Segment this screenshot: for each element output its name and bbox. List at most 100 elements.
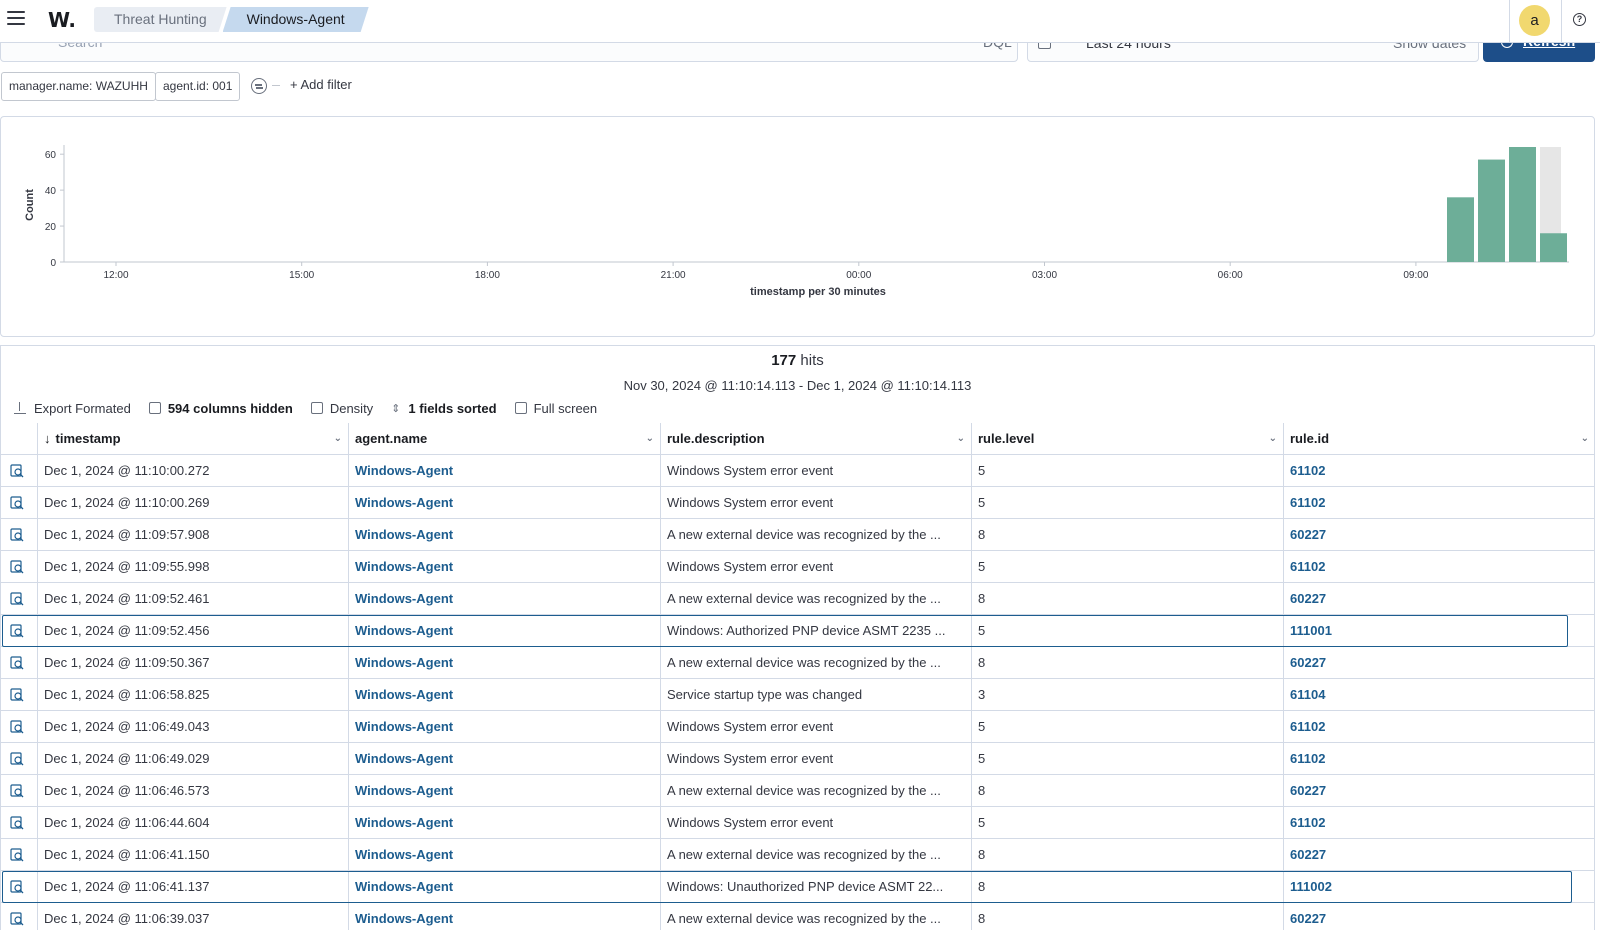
column-header-rule-id[interactable]: rule.id ⌄ — [1283, 423, 1595, 455]
column-header-rule-level[interactable]: rule.level ⌄ — [971, 423, 1283, 455]
cell-rule-id-value[interactable]: 61102 — [1290, 751, 1325, 766]
add-filter-button[interactable]: + Add filter — [290, 77, 352, 92]
inspect-document-icon[interactable] — [10, 528, 24, 542]
inspect-document-icon[interactable] — [10, 816, 24, 830]
cell-rule-id-value[interactable]: 60227 — [1290, 591, 1326, 606]
row-expand-cell[interactable] — [0, 519, 37, 551]
inspect-document-icon[interactable] — [10, 656, 24, 670]
export-button[interactable]: Export Formated — [14, 401, 131, 416]
table-row[interactable]: Dec 1, 2024 @ 11:06:49.043 Windows-Agent W… — [0, 711, 1595, 743]
inspect-document-icon[interactable] — [10, 560, 24, 574]
inspect-document-icon[interactable] — [10, 496, 24, 510]
inspect-document-icon[interactable] — [10, 752, 24, 766]
row-expand-cell[interactable] — [0, 871, 37, 903]
table-row[interactable]: Dec 1, 2024 @ 11:06:39.037 Windows-Agent A… — [0, 903, 1595, 930]
chevron-down-icon[interactable]: ⌄ — [1581, 423, 1589, 455]
table-row[interactable]: Dec 1, 2024 @ 11:06:49.029 Windows-Agent W… — [0, 743, 1595, 775]
density-button[interactable]: Density — [310, 401, 373, 416]
cell-agent-name-value[interactable]: Windows-Agent — [355, 559, 453, 574]
inspect-document-icon[interactable] — [10, 592, 24, 606]
row-expand-cell[interactable] — [0, 455, 37, 487]
cell-rule-id-value[interactable]: 111001 — [1290, 623, 1332, 638]
cell-agent-name-value[interactable]: Windows-Agent — [355, 463, 453, 478]
menu-icon[interactable] — [7, 11, 25, 27]
table-row[interactable]: Dec 1, 2024 @ 11:09:50.367 Windows-Agent A… — [0, 647, 1595, 679]
breadcrumb-windows-agent[interactable]: Windows-Agent — [223, 7, 369, 32]
cell-rule-id-value[interactable]: 61102 — [1290, 815, 1325, 830]
cell-agent-name-value[interactable]: Windows-Agent — [355, 815, 453, 830]
cell-agent-name-value[interactable]: Windows-Agent — [355, 495, 453, 510]
table-row[interactable]: Dec 1, 2024 @ 11:09:55.998 Windows-Agent W… — [0, 551, 1595, 583]
cell-agent-name-value[interactable]: Windows-Agent — [355, 623, 453, 638]
cell-rule-id-value[interactable]: 61104 — [1290, 687, 1325, 702]
row-expand-cell[interactable] — [0, 775, 37, 807]
table-row[interactable]: Dec 1, 2024 @ 11:10:00.272 Windows-Agent W… — [0, 455, 1595, 487]
row-expand-cell[interactable] — [0, 679, 37, 711]
table-row[interactable]: Dec 1, 2024 @ 11:06:41.150 Windows-Agent A… — [0, 839, 1595, 871]
cell-rule-id-value[interactable]: 61102 — [1290, 463, 1325, 478]
inspect-document-icon[interactable] — [10, 784, 24, 798]
row-expand-cell[interactable] — [0, 583, 37, 615]
cell-agent-name-value[interactable]: Windows-Agent — [355, 911, 453, 926]
row-expand-cell[interactable] — [0, 551, 37, 583]
filter-pill-agent-id[interactable]: agent.id: 001 — [155, 72, 241, 101]
sort-button[interactable]: ⇕ 1 fields sorted — [391, 401, 496, 416]
cell-rule-id-value[interactable]: 60227 — [1290, 655, 1326, 670]
cell-agent-name-value[interactable]: Windows-Agent — [355, 687, 453, 702]
column-header-rule-description[interactable]: rule.description ⌄ — [660, 423, 971, 455]
cell-rule-id-value[interactable]: 61102 — [1290, 719, 1325, 734]
cell-rule-id-value[interactable]: 111002 — [1290, 879, 1332, 894]
cell-rule-id-value[interactable]: 61102 — [1290, 495, 1325, 510]
row-expand-cell[interactable] — [0, 807, 37, 839]
row-expand-cell[interactable] — [0, 711, 37, 743]
table-row[interactable]: Dec 1, 2024 @ 11:09:52.461 Windows-Agent A… — [0, 583, 1595, 615]
table-row[interactable]: Dec 1, 2024 @ 11:09:52.456 Windows-Agent W… — [0, 615, 1595, 647]
table-row[interactable]: Dec 1, 2024 @ 11:06:46.573 Windows-Agent A… — [0, 775, 1595, 807]
chevron-down-icon[interactable]: ⌄ — [957, 423, 965, 455]
inspect-document-icon[interactable] — [10, 912, 24, 926]
app-logo[interactable]: W. — [48, 8, 76, 32]
table-row[interactable]: Dec 1, 2024 @ 11:06:58.825 Windows-Agent S… — [0, 679, 1595, 711]
inspect-document-icon[interactable] — [10, 464, 24, 478]
cell-rule-id-value[interactable]: 60227 — [1290, 527, 1326, 542]
chevron-down-icon[interactable]: ⌄ — [334, 423, 342, 455]
cell-rule-id-value[interactable]: 60227 — [1290, 911, 1326, 926]
table-row[interactable]: Dec 1, 2024 @ 11:09:57.908 Windows-Agent A… — [0, 519, 1595, 551]
row-expand-cell[interactable] — [0, 903, 37, 930]
cell-agent-name-value[interactable]: Windows-Agent — [355, 591, 453, 606]
cell-agent-name-value[interactable]: Windows-Agent — [355, 847, 453, 862]
chevron-down-icon[interactable]: ⌄ — [646, 423, 654, 455]
cell-rule-id-value[interactable]: 60227 — [1290, 783, 1326, 798]
column-header-agent-name[interactable]: agent.name ⌄ — [348, 423, 660, 455]
fullscreen-button[interactable]: Full screen — [514, 401, 597, 416]
table-row[interactable]: Dec 1, 2024 @ 11:10:00.269 Windows-Agent W… — [0, 487, 1595, 519]
avatar[interactable]: a — [1519, 5, 1550, 36]
cell-agent-name-value[interactable]: Windows-Agent — [355, 527, 453, 542]
table-row[interactable]: Dec 1, 2024 @ 11:06:44.604 Windows-Agent W… — [0, 807, 1595, 839]
cell-agent-name-value[interactable]: Windows-Agent — [355, 783, 453, 798]
row-expand-cell[interactable] — [0, 487, 37, 519]
row-expand-cell[interactable] — [0, 615, 37, 647]
inspect-document-icon[interactable] — [10, 720, 24, 734]
cell-agent-name-value[interactable]: Windows-Agent — [355, 719, 453, 734]
row-expand-cell[interactable] — [0, 647, 37, 679]
breadcrumb-threat-hunting[interactable]: Threat Hunting — [94, 7, 227, 32]
table-row[interactable]: Dec 1, 2024 @ 11:06:41.137 Windows-Agent W… — [0, 871, 1595, 903]
inspect-document-icon[interactable] — [10, 848, 24, 862]
chevron-down-icon[interactable]: ⌄ — [1269, 423, 1277, 455]
cell-agent-name-value[interactable]: Windows-Agent — [355, 879, 453, 894]
column-header-timestamp[interactable]: ↓ timestamp ⌄ — [37, 423, 348, 455]
row-expand-cell[interactable] — [0, 839, 37, 871]
cell-agent-name-value[interactable]: Windows-Agent — [355, 751, 453, 766]
help-icon[interactable]: ? — [1573, 13, 1586, 26]
inspect-document-icon[interactable] — [10, 624, 24, 638]
inspect-document-icon[interactable] — [10, 880, 24, 894]
filter-pill-manager-name[interactable]: manager.name: WAZUHH — [1, 72, 156, 101]
cell-rule-id-value[interactable]: 60227 — [1290, 847, 1326, 862]
cell-agent-name-value[interactable]: Windows-Agent — [355, 655, 453, 670]
row-expand-cell[interactable] — [0, 743, 37, 775]
inspect-document-icon[interactable] — [10, 688, 24, 702]
filter-options-icon[interactable] — [251, 78, 267, 94]
columns-hidden-button[interactable]: 594 columns hidden — [148, 401, 293, 416]
cell-rule-id-value[interactable]: 61102 — [1290, 559, 1325, 574]
